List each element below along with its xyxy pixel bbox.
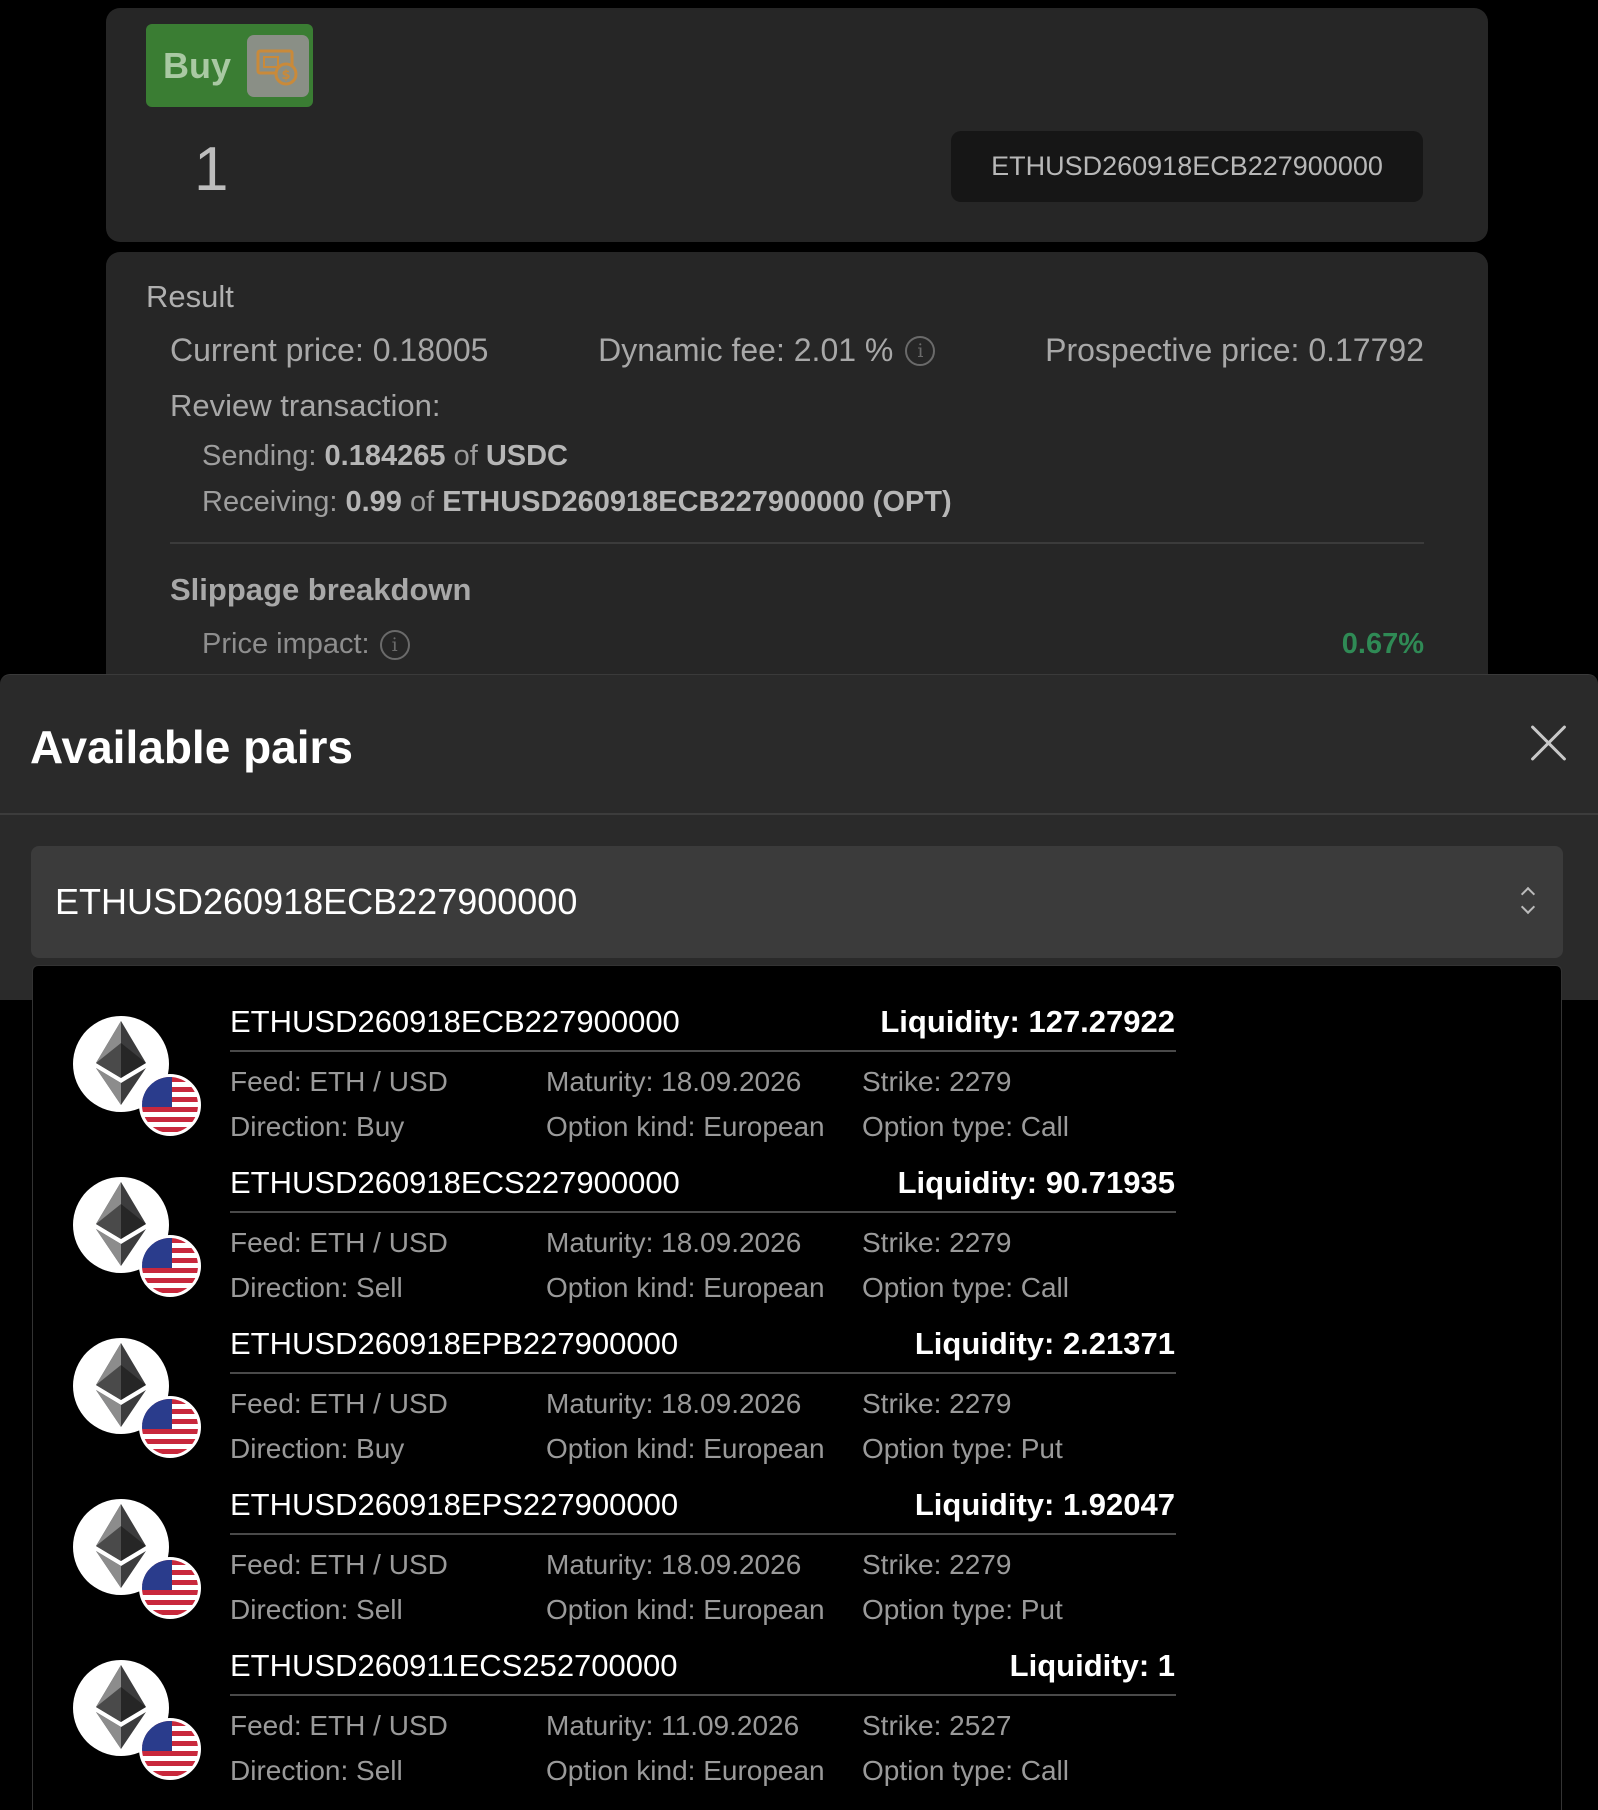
pair-search-input[interactable] [55, 846, 1495, 958]
pair-option-kind: Option kind: European [546, 1755, 825, 1786]
pair-icon [73, 1177, 201, 1297]
dynamic-fee-text: Dynamic fee: 2.01 % [598, 332, 894, 368]
pair-maturity: Maturity: 18.09.2026 [546, 1066, 802, 1097]
chevron-up-down-icon[interactable] [1519, 886, 1537, 918]
pair-option[interactable]: ETHUSD260918ECS227900000 Liquidity: 90.7… [33, 1127, 1233, 1303]
pair-name: ETHUSD260918ECB227900000 [230, 1004, 680, 1039]
modal-divider [0, 813, 1598, 815]
buy-button-label: Buy [163, 44, 232, 86]
pair-divider [230, 1050, 1176, 1052]
cash-icon: $ [247, 34, 310, 97]
price-row: Current price: 0.18005 Dynamic fee: 2.01… [170, 332, 1424, 369]
pair-strike: Strike: 2527 [862, 1710, 1012, 1741]
pair-strike: Strike: 2279 [862, 1549, 1012, 1580]
current-price: Current price: 0.18005 [170, 332, 489, 368]
receiving-of: of [401, 486, 443, 518]
pair-feed: Feed: ETH / USD [230, 1388, 448, 1419]
pair-icon [73, 1499, 201, 1619]
receiving-prefix: Receiving: [202, 486, 346, 518]
review-transaction-label: Review transaction: [170, 388, 441, 423]
pair-option-type: Option type: Call [862, 1755, 1069, 1786]
pair-maturity: Maturity: 11.09.2026 [546, 1710, 800, 1741]
dynamic-fee: Dynamic fee: 2.01 % i [598, 332, 936, 369]
pair-strike: Strike: 2279 [862, 1066, 1012, 1097]
pair-feed: Feed: ETH / USD [230, 1227, 448, 1258]
pair-option[interactable]: ETHUSD260918EPS227900000 Liquidity: 1.92… [33, 1449, 1233, 1625]
svg-text:$: $ [281, 68, 290, 83]
pair-option[interactable]: ETHUSD260918ECB227900000 Liquidity: 127.… [33, 966, 1233, 1142]
pair-option[interactable]: ETHUSD260911ECS252700000 Liquidity: 1 Fe… [33, 1610, 1233, 1786]
pair-liquidity: Liquidity: 127.27922 [880, 1004, 1175, 1039]
price-impact-label: Price impact: i [202, 628, 410, 661]
pair-strike: Strike: 2279 [862, 1227, 1012, 1258]
pair-name: ETHUSD260918ECS227900000 [230, 1165, 680, 1200]
pair-name: ETHUSD260911ECS252700000 [230, 1648, 678, 1683]
receiving-amount: 0.99 [345, 486, 402, 518]
pair-icon [73, 1338, 201, 1458]
modal-title: Available pairs [30, 721, 354, 773]
info-icon[interactable]: i [905, 335, 936, 366]
trade-input-card: Buy $ 1 ETHUSD260918ECB227900000 [106, 8, 1488, 242]
sending-asset: USDC [485, 440, 568, 472]
price-impact-row: Price impact: i 0.67% [202, 628, 1424, 661]
pair-strike: Strike: 2279 [862, 1388, 1012, 1419]
pair-divider [230, 1372, 1176, 1374]
pair-name: ETHUSD260918EPS227900000 [230, 1487, 679, 1522]
amount-value[interactable]: 1 [194, 134, 228, 205]
pair-feed: Feed: ETH / USD [230, 1710, 448, 1741]
pair-icon [73, 1660, 201, 1780]
pair-liquidity: Liquidity: 90.71935 [897, 1165, 1175, 1200]
buy-button[interactable]: Buy $ [146, 24, 313, 107]
us-flag-icon [139, 1718, 201, 1780]
pair-divider [230, 1211, 1176, 1213]
pair-search-box[interactable] [31, 846, 1563, 958]
pair-option[interactable]: ETHUSD260918EPB227900000 Liquidity: 2.21… [33, 1288, 1233, 1464]
pair-maturity: Maturity: 18.09.2026 [546, 1227, 802, 1258]
pair-liquidity: Liquidity: 1 [1009, 1648, 1175, 1683]
receiving-asset: ETHUSD260918ECB227900000 (OPT) [442, 486, 952, 518]
receiving-line: Receiving: 0.99 of ETHUSD260918ECB227900… [202, 486, 952, 519]
slippage-title: Slippage breakdown [170, 572, 472, 607]
close-icon[interactable] [1528, 723, 1568, 763]
pair-divider [230, 1694, 1176, 1696]
sending-of: of [445, 440, 486, 472]
pair-direction: Direction: Sell [230, 1755, 403, 1786]
asset-selector[interactable]: ETHUSD260918ECB227900000 [951, 131, 1423, 202]
pair-icon [73, 1016, 201, 1136]
pair-maturity: Maturity: 18.09.2026 [546, 1388, 802, 1419]
price-impact-text: Price impact: [202, 628, 370, 660]
pair-maturity: Maturity: 18.09.2026 [546, 1549, 802, 1580]
pair-feed: Feed: ETH / USD [230, 1066, 448, 1097]
pair-liquidity: Liquidity: 2.21371 [914, 1326, 1175, 1361]
divider [170, 542, 1424, 544]
prospective-price: Prospective price: 0.17792 [1045, 332, 1424, 368]
sending-prefix: Sending: [202, 440, 325, 472]
result-title: Result [146, 279, 234, 314]
pair-divider [230, 1533, 1176, 1535]
sending-amount: 0.184265 [324, 440, 446, 472]
pair-name: ETHUSD260918EPB227900000 [230, 1326, 679, 1361]
pairs-dropdown: ETHUSD260918ECB227900000 Liquidity: 127.… [32, 965, 1562, 1810]
sending-line: Sending: 0.184265 of USDC [202, 440, 568, 473]
info-icon[interactable]: i [379, 629, 410, 660]
price-impact-value: 0.67% [1341, 628, 1424, 660]
pair-liquidity: Liquidity: 1.92047 [914, 1487, 1175, 1522]
pair-feed: Feed: ETH / USD [230, 1549, 448, 1580]
